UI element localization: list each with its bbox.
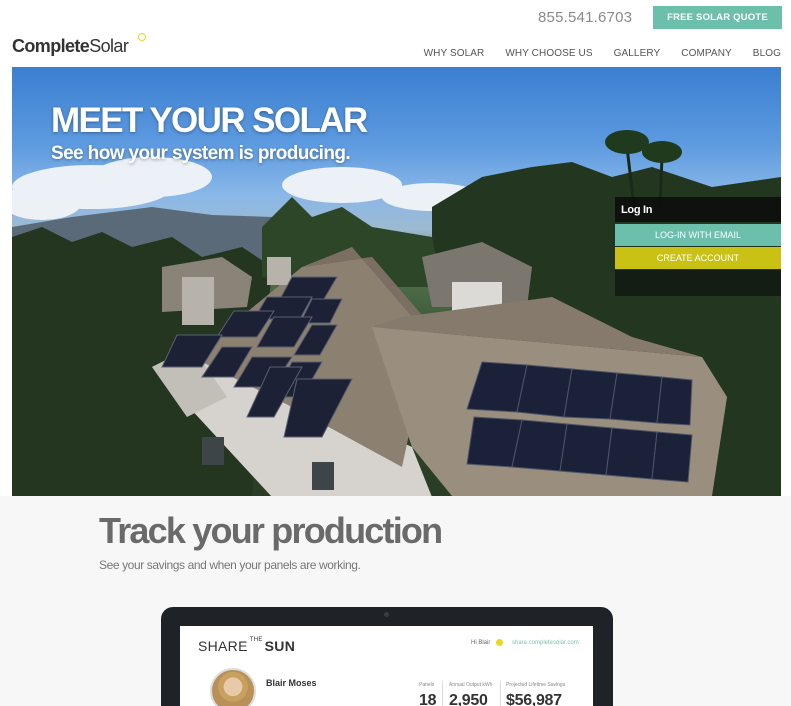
- stat-value: $56,987: [506, 692, 562, 706]
- logo[interactable]: CompleteSolar: [12, 36, 129, 57]
- site-header: 855.541.6703 FREE SOLAR QUOTE CompleteSo…: [0, 0, 791, 66]
- track-production-section: Track your production See your savings a…: [0, 496, 791, 706]
- greeting: Hi Blair: [471, 640, 491, 646]
- nav-item-why-choose-us[interactable]: WHY CHOOSE US: [505, 48, 592, 59]
- app-screen: SHARE THE SUN Hi Blair share.completesolar…: [180, 626, 593, 706]
- stat-divider: [500, 681, 501, 706]
- nav-item-why-solar[interactable]: WHY SOLAR: [424, 48, 485, 59]
- stat-value: 18: [419, 692, 437, 706]
- stat-annual-output: Annual Output kWh 2,950: [449, 682, 492, 706]
- logo-light-text: Solar: [89, 36, 129, 56]
- login-title: Log In: [615, 197, 781, 222]
- track-subtitle: See your savings and when your panels ar…: [99, 558, 361, 572]
- user-name: Blair Moses: [266, 678, 317, 688]
- share-url-link[interactable]: share.completesolar.com: [512, 640, 579, 646]
- track-title-bold: Track: [99, 510, 186, 551]
- stat-label: Panels: [419, 682, 435, 688]
- logo-bold-text: Complete: [12, 36, 90, 56]
- brand-share: SHARE: [198, 638, 248, 654]
- main-nav: WHY SOLAR WHY CHOOSE US GALLERY COMPANY …: [403, 48, 781, 59]
- login-panel-footer: [615, 270, 781, 296]
- track-title-rest: your production: [184, 510, 443, 551]
- track-title: Track your production: [99, 510, 443, 552]
- hero-subtitle: See how your system is producing.: [51, 143, 351, 164]
- tablet-mockup: SHARE THE SUN Hi Blair share.completesolar…: [161, 607, 613, 706]
- brand-the: THE: [249, 637, 263, 643]
- stat-label: Projected Lifetime Savings: [506, 682, 566, 688]
- nav-item-gallery[interactable]: GALLERY: [614, 48, 661, 59]
- avatar: [210, 668, 256, 706]
- stat-value: 2,950: [449, 692, 488, 706]
- login-panel: Log In LOG-IN WITH EMAIL CREATE ACCOUNT: [615, 197, 781, 296]
- hero-banner: MEET YOUR SOLAR See how your system is p…: [12, 67, 781, 496]
- stat-lifetime-savings: Projected Lifetime Savings $56,987: [506, 682, 565, 706]
- login-with-email-button[interactable]: LOG-IN WITH EMAIL: [615, 224, 781, 246]
- hero-title: MEET YOUR SOLAR: [51, 101, 368, 140]
- stat-divider: [442, 681, 443, 706]
- share-the-sun-logo: SHARE THE SUN: [198, 637, 296, 654]
- brand-sun: SUN: [264, 638, 296, 654]
- free-solar-quote-button[interactable]: FREE SOLAR QUOTE: [653, 6, 782, 29]
- nav-item-company[interactable]: COMPANY: [681, 48, 732, 59]
- create-account-button[interactable]: CREATE ACCOUNT: [615, 247, 781, 269]
- stat-label: Annual Output kWh: [449, 682, 493, 688]
- stat-panels: Panels 18: [419, 682, 437, 706]
- phone-number[interactable]: 855.541.6703: [538, 9, 632, 26]
- logo-sun-icon: [138, 33, 146, 41]
- nav-item-blog[interactable]: BLOG: [753, 48, 781, 59]
- status-dot-icon: [496, 639, 503, 646]
- camera-icon: [384, 612, 389, 617]
